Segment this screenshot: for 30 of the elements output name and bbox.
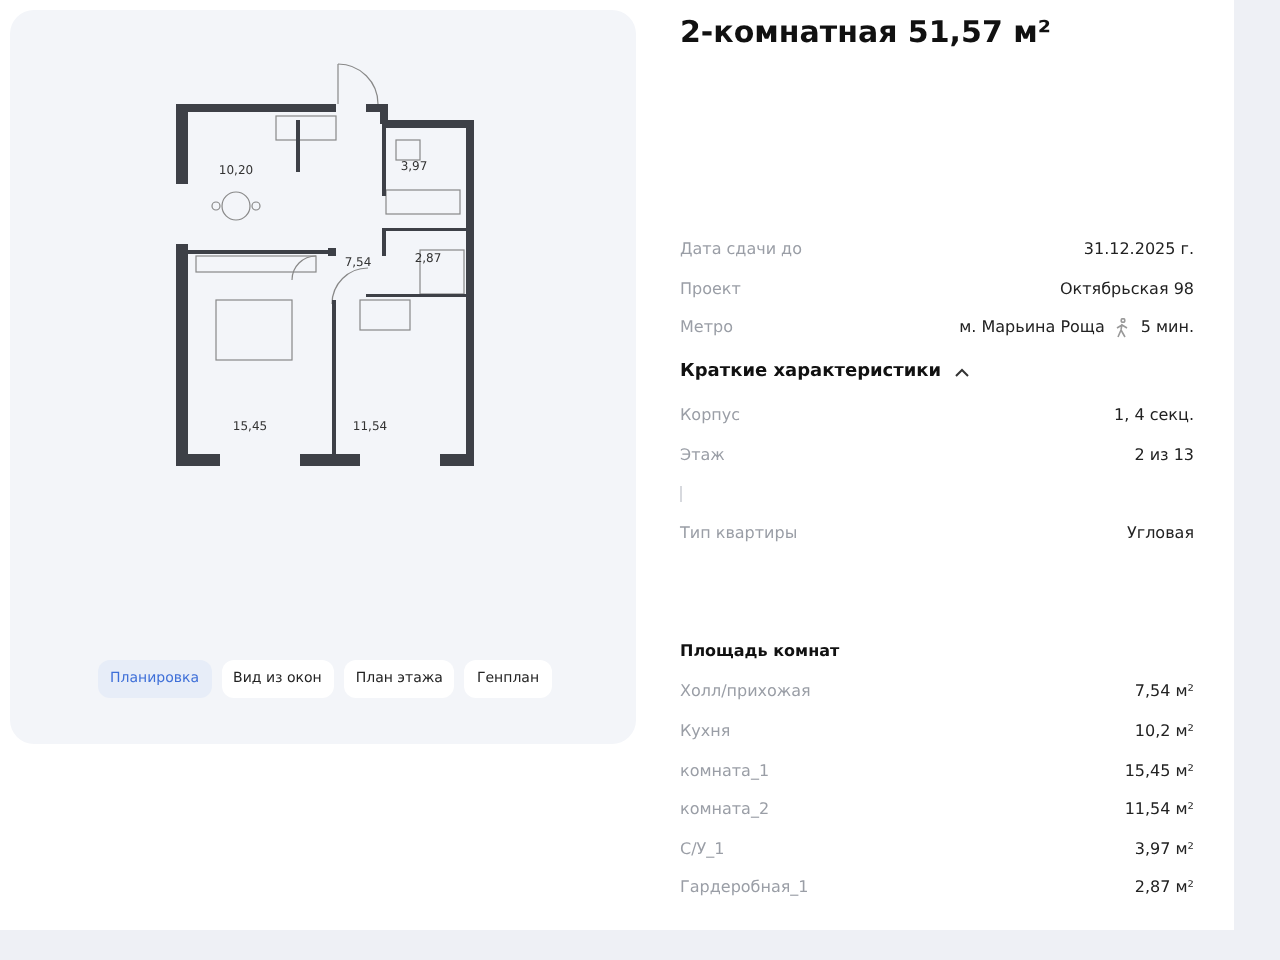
row-value: 11,54 м²	[1124, 800, 1194, 819]
row-label: Этаж	[680, 445, 725, 464]
chevron-icon[interactable]	[953, 365, 970, 378]
row-label: Гардеробная_1	[680, 878, 809, 897]
row-value: Угловая	[1126, 523, 1194, 542]
listing-title: 2-комнатная 51,57 м²	[680, 14, 1053, 50]
row-label: комната_1	[680, 761, 770, 780]
row-label: Кухня	[680, 722, 731, 741]
row-label: Корпус	[680, 406, 741, 425]
row-label: Тип квартиры	[680, 523, 798, 542]
row-label: комната_2	[680, 800, 770, 819]
row-value: 10,2 м²	[1134, 722, 1194, 741]
section-heading: Краткие характеристики	[680, 361, 942, 382]
row-value: 2,87 м²	[1134, 878, 1194, 897]
walking-person-icon	[1114, 317, 1131, 338]
metro-station: м. Марьина Роща	[959, 318, 1105, 337]
row-label: С/У_1	[680, 839, 725, 858]
row-label: Метро	[680, 318, 733, 337]
row-label: Дата сдачи до	[680, 240, 802, 259]
row-value: 3,97 м²	[1134, 839, 1194, 858]
row-value: 2 из 13	[1134, 445, 1194, 464]
row-value: 31.12.2025 г.	[1083, 240, 1194, 259]
row-value: 7,54 м²	[1134, 682, 1194, 701]
row-value: 1, 4 секц.	[1114, 406, 1194, 425]
row-value: 15,45 м²	[1124, 761, 1194, 780]
row-value: Октябрьская 98	[1060, 279, 1194, 298]
row-label: Проект	[680, 279, 741, 298]
section-heading: Площадь комнат	[680, 639, 842, 664]
walk-time: 5 мин.	[1140, 318, 1194, 337]
row-label: Холл/прихожая	[680, 682, 811, 701]
